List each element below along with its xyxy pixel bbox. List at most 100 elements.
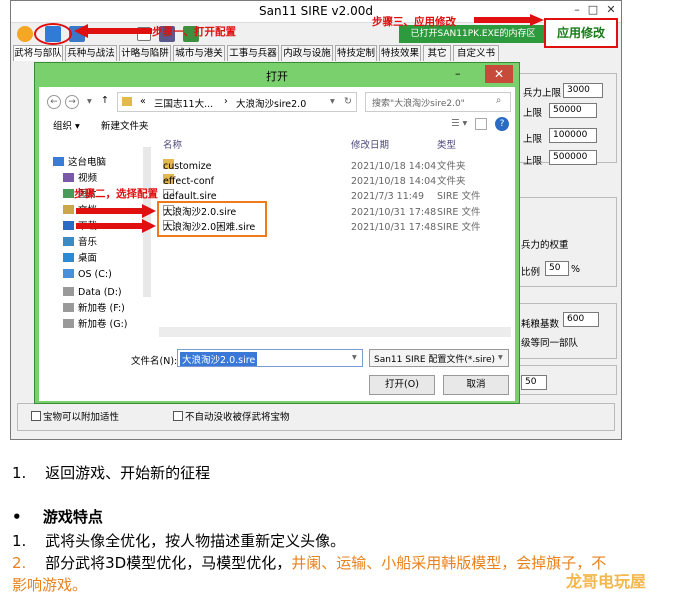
refresh-icon[interactable]: ↻ — [344, 96, 352, 107]
features-heading: 游戏特点 — [42, 508, 103, 526]
step2-arrows-icon — [76, 204, 156, 233]
main-tabs: 武将与部队 兵种与战法 计略与陷阱 城市与港关 工事与兵器 内政与设施 特技定制… — [13, 45, 619, 61]
tree-item-desktop[interactable]: 桌面 — [63, 251, 97, 267]
tab-stratagems[interactable]: 计略与陷阱 — [119, 45, 171, 61]
help-icon[interactable]: ? — [495, 117, 509, 131]
bottom-input[interactable]: 50 — [521, 375, 547, 390]
dialog-close-icon[interactable]: ✕ — [485, 65, 513, 83]
attach-aptitude-label: 宝物可以附加适性 — [43, 412, 120, 423]
file-type: SIRE 文件 — [437, 191, 481, 202]
open-button[interactable]: 打开(O) — [369, 375, 435, 395]
attach-aptitude-checkbox[interactable] — [31, 411, 41, 421]
address-bar[interactable]: « 三国志11大... › 大浪淘沙sire2.0 ▾ ↻ — [117, 92, 357, 112]
feature-2-cont: 影响游戏。 — [12, 576, 88, 594]
same-unit-label: 级等同一部队 — [521, 338, 579, 349]
address-crumb-2[interactable]: 大浪淘沙sire2.0 — [236, 96, 306, 110]
limit-label-4: 上限 — [523, 156, 543, 167]
feature-2: 2. 部分武将3D模型优化，马模型优化，井阑、运输、小船采用韩版模型，会掉旗子，… — [12, 552, 606, 573]
tree-item-drive-c[interactable]: OS (C:) — [63, 267, 112, 283]
dialog-titlebar: 打开 – ✕ — [35, 63, 519, 87]
no-confiscate-checkbox[interactable] — [173, 411, 183, 421]
tab-skill-effect[interactable]: 特技效果 — [379, 45, 421, 61]
step-item-1-text: 返回游戏、开始新的征程 — [45, 464, 211, 482]
open-config-highlight — [34, 23, 72, 45]
tree-item-drive-g[interactable]: 新加卷 (G:) — [63, 317, 128, 333]
limit-input-4[interactable]: 500000 — [549, 150, 597, 165]
tab-other[interactable]: 其它 — [423, 45, 451, 61]
file-date: 2021/10/31 17:48 — [351, 222, 437, 233]
minimize-icon[interactable]: – — [571, 4, 583, 16]
file-type-dropdown-icon[interactable]: ▾ — [498, 352, 503, 363]
feature-2-text-b: 井阑、运输、小船采用韩版模型，会掉旗子，不 — [291, 554, 607, 572]
limit-label-3: 上限 — [523, 134, 543, 145]
dialog-search-input[interactable]: 搜索"大浪淘沙sire2.0" ⌕ — [365, 92, 511, 112]
filename-input[interactable]: 大浪淘沙2.0.sire ▾ — [177, 349, 363, 367]
step3-annotation: 步骤三、应用修改 — [372, 16, 456, 28]
cancel-button[interactable]: 取消 — [443, 375, 509, 395]
tab-troops[interactable]: 兵种与战法 — [65, 45, 117, 61]
feature-2-text-a: 部分武将3D模型优化，马模型优化， — [45, 554, 292, 572]
column-date[interactable]: 修改日期 — [351, 137, 389, 151]
column-name[interactable]: 名称 — [163, 137, 182, 151]
desktop-icon — [63, 253, 74, 262]
drive-icon — [63, 319, 74, 328]
ratio-label: 比例 — [521, 267, 541, 278]
navigation-tree: 这台电脑 视频 图片 文档 下载 音乐 桌面 OS (C:) Data (D:)… — [39, 147, 143, 397]
step1-arrow-icon — [74, 24, 152, 38]
address-folder-icon — [122, 97, 132, 106]
tree-item-drive-d[interactable]: Data (D:) — [63, 285, 122, 301]
tab-domestic[interactable]: 内政与设施 — [281, 45, 333, 61]
file-date: 2021/10/18 14:04 — [351, 161, 437, 172]
power-icon[interactable] — [17, 26, 33, 42]
features-bullet: • — [12, 508, 22, 526]
preview-pane-icon[interactable] — [475, 118, 487, 130]
ratio-input[interactable]: 50 — [545, 261, 569, 276]
file-date: 2021/10/18 14:04 — [351, 176, 437, 187]
view-options-icon[interactable]: ☰ ▾ — [451, 118, 467, 129]
file-list-scrollbar[interactable] — [159, 327, 511, 337]
forward-icon[interactable]: → — [65, 95, 79, 109]
windows-drive-icon — [63, 269, 74, 278]
close-icon[interactable]: ✕ — [605, 4, 617, 16]
limit-input-1[interactable]: 3000 — [563, 83, 603, 98]
new-folder-button[interactable]: 新建文件夹 — [101, 118, 149, 132]
file-row[interactable]: effect-conf 2021/10/18 14:04 文件夹 — [163, 174, 497, 189]
tree-item-videos[interactable]: 视频 — [63, 171, 97, 187]
organize-menu[interactable]: 组织 ▾ — [53, 118, 80, 132]
food-label: 耗粮基数 — [521, 319, 560, 330]
tree-item-drive-f[interactable]: 新加卷 (F:) — [63, 301, 125, 317]
no-confiscate-label: 不自动没收被俘武将宝物 — [185, 412, 290, 423]
apply-changes-button[interactable]: 应用修改 — [544, 18, 618, 48]
selected-files-highlight — [157, 201, 267, 237]
limit-input-3[interactable]: 100000 — [549, 128, 597, 143]
file-row[interactable]: customize 2021/10/18 14:04 文件夹 — [163, 159, 497, 174]
tab-cities[interactable]: 城市与港关 — [173, 45, 225, 61]
up-folder-icon[interactable]: ↑ — [101, 95, 109, 106]
tab-officers[interactable]: 武将与部队 — [13, 45, 63, 61]
filename-label: 文件名(N): — [131, 356, 178, 367]
drive-icon — [63, 287, 74, 296]
dialog-minimize-icon[interactable]: – — [455, 67, 461, 80]
food-input[interactable]: 600 — [563, 312, 599, 327]
history-dropdown-icon[interactable]: ▾ — [87, 96, 92, 107]
step-item-1-number: 1. — [12, 464, 27, 482]
maximize-icon[interactable]: □ — [587, 4, 599, 16]
address-crumb-1[interactable]: 三国志11大... — [154, 96, 213, 110]
step3-arrow-icon — [474, 14, 544, 26]
back-icon[interactable]: ← — [47, 95, 61, 109]
column-type[interactable]: 类型 — [437, 137, 456, 151]
tree-item-music[interactable]: 音乐 — [63, 235, 97, 251]
file-type: SIRE 文件 — [437, 207, 481, 218]
filename-dropdown-icon[interactable]: ▾ — [352, 352, 357, 363]
tab-works[interactable]: 工事与兵器 — [227, 45, 279, 61]
limit-label-2: 上限 — [523, 108, 543, 119]
tab-custom-book[interactable]: 自定义书 — [453, 45, 499, 61]
file-type-select[interactable]: San11 SIRE 配置文件(*.sire) ▾ — [369, 349, 509, 367]
watermark: 龙哥电玩屋 — [566, 572, 647, 591]
limit-input-2[interactable]: 50000 — [549, 103, 597, 118]
file-date: 2021/7/3 11:49 — [351, 191, 425, 202]
feature-1-number: 1. — [12, 532, 27, 550]
address-dropdown-icon[interactable]: ▾ — [330, 96, 335, 107]
tab-skill-custom[interactable]: 特技定制 — [335, 45, 377, 61]
tree-item-this-pc[interactable]: 这台电脑 — [53, 155, 106, 171]
